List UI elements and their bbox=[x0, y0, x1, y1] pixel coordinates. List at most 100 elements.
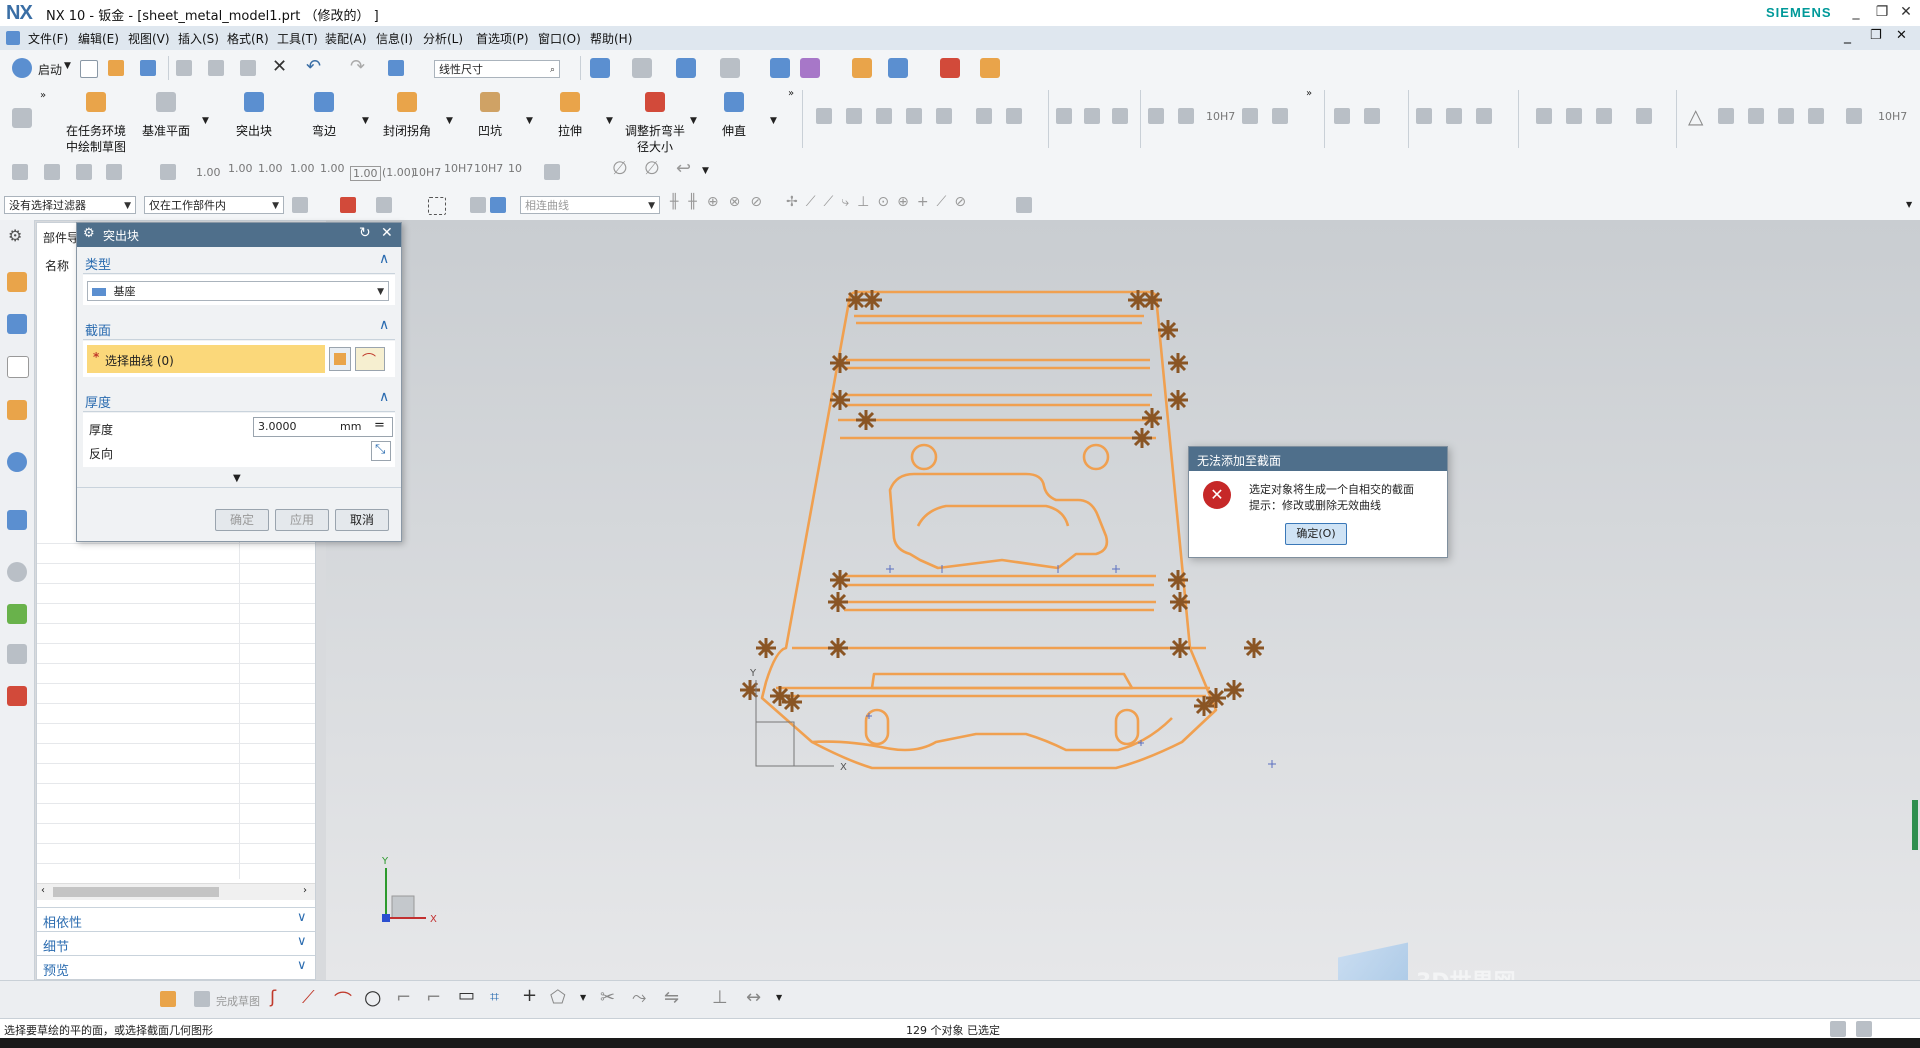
dimension-combo[interactable]: 线性尺寸 ⌕ bbox=[434, 60, 560, 78]
gear-icon[interactable]: ⚙ bbox=[8, 226, 22, 245]
hd3d-icon[interactable] bbox=[7, 452, 27, 472]
table-icon[interactable] bbox=[1718, 108, 1734, 124]
export-flat-icon[interactable] bbox=[1006, 108, 1022, 124]
sketch-icon[interactable] bbox=[160, 991, 176, 1007]
selection-filter-select[interactable]: 没有选择过滤器 ▼ bbox=[4, 196, 136, 214]
point-icon[interactable]: + bbox=[522, 985, 537, 1006]
dim-tolerance[interactable]: 1.00 bbox=[290, 162, 315, 175]
dim-fit[interactable]: 10H7 bbox=[474, 162, 503, 175]
arrow-icon[interactable]: ↩ bbox=[676, 158, 691, 179]
corner-icon[interactable] bbox=[846, 108, 862, 124]
analysis-icon[interactable] bbox=[1476, 108, 1492, 124]
tab-button[interactable]: 突出块 bbox=[226, 88, 282, 152]
rectangle-select-icon[interactable] bbox=[428, 197, 446, 215]
redo-icon[interactable]: ↷ bbox=[350, 56, 365, 77]
clip-icon[interactable] bbox=[852, 58, 872, 78]
expand-icon[interactable]: » bbox=[40, 90, 46, 101]
triangle-icon[interactable]: △ bbox=[1688, 104, 1703, 128]
start-menu-label[interactable]: 启动 bbox=[38, 61, 62, 78]
column-header-name[interactable]: 名称 bbox=[45, 257, 69, 274]
assembly-navigator-icon[interactable] bbox=[7, 272, 27, 292]
section-details[interactable]: 细节 ∨ bbox=[37, 931, 315, 955]
view-frame3-icon[interactable] bbox=[1112, 108, 1128, 124]
error-title-bar[interactable]: 无法添加至截面 bbox=[1189, 447, 1447, 471]
copy-icon[interactable] bbox=[208, 60, 224, 76]
gusset-icon[interactable] bbox=[936, 108, 952, 124]
scrollbar-thumb[interactable] bbox=[53, 887, 219, 897]
delete-icon[interactable]: ✕ bbox=[272, 56, 287, 77]
close-window-button[interactable]: ✕ bbox=[1894, 2, 1918, 22]
wcs-icon[interactable] bbox=[770, 58, 790, 78]
dim-style-icon[interactable] bbox=[160, 164, 176, 180]
section-section-header[interactable]: 截面 ∧ bbox=[83, 317, 395, 340]
doc-minimize-button[interactable]: _ bbox=[1844, 28, 1851, 44]
select-all-icon[interactable] bbox=[340, 197, 356, 213]
system-scene-icon[interactable] bbox=[7, 686, 27, 706]
grid-icon[interactable] bbox=[940, 58, 960, 78]
offset-icon[interactable]: ⬠ bbox=[550, 987, 566, 1008]
bead-icon[interactable] bbox=[906, 108, 922, 124]
background-icon[interactable] bbox=[720, 58, 740, 78]
profile-icon[interactable]: ʃ bbox=[270, 987, 276, 1008]
curve-rule-select[interactable]: 相连曲线 ▼ bbox=[520, 196, 660, 214]
reverse-direction-button[interactable]: ⤡ bbox=[371, 441, 391, 461]
note-icon[interactable] bbox=[1808, 108, 1824, 124]
scroll-right-icon[interactable]: › bbox=[303, 885, 307, 896]
menu-help[interactable]: 帮助(H) bbox=[590, 30, 632, 47]
diameter-icon[interactable]: ∅ bbox=[612, 158, 628, 179]
dimension-icon[interactable]: ↔ bbox=[746, 987, 761, 1008]
chevron-down-icon[interactable]: ▼ bbox=[690, 116, 697, 126]
render-style-icon[interactable] bbox=[632, 58, 652, 78]
chamfer-icon[interactable]: ⌐ bbox=[426, 987, 441, 1008]
start-icon[interactable] bbox=[12, 58, 32, 78]
menu-preferences[interactable]: 首选项(P) bbox=[476, 30, 529, 47]
status-icon[interactable] bbox=[1856, 1021, 1872, 1037]
type-select[interactable]: 基座 ▼ bbox=[87, 281, 389, 301]
graphics-window[interactable]: Y X Y X 3D世界网 bbox=[326, 220, 1920, 1018]
diameter2-icon[interactable]: ∅ bbox=[644, 158, 660, 179]
sketch-section-button[interactable] bbox=[329, 347, 351, 371]
web-browser-icon[interactable] bbox=[7, 510, 27, 530]
assembly-icon[interactable] bbox=[1334, 108, 1350, 124]
edit-icon[interactable] bbox=[544, 164, 560, 180]
form-icon[interactable] bbox=[816, 108, 832, 124]
thickness-section-header[interactable]: 厚度 ∧ bbox=[83, 389, 395, 412]
selection-scope-select[interactable]: 仅在工作部件内 ▼ bbox=[144, 196, 284, 214]
maximize-button[interactable]: ❐ bbox=[1870, 2, 1894, 22]
cancel-button[interactable]: 取消 bbox=[335, 509, 389, 531]
spring-icon[interactable] bbox=[1636, 108, 1652, 124]
trim-icon[interactable]: ✂ bbox=[600, 987, 615, 1008]
open-folder-icon[interactable] bbox=[108, 60, 124, 76]
datum-plane-button[interactable]: 基准平面 bbox=[136, 88, 196, 152]
reset-icon[interactable]: ↻ bbox=[359, 225, 371, 241]
menu-file[interactable]: 文件(F) bbox=[28, 30, 68, 47]
select-curve-field[interactable]: * 选择曲线 (0) bbox=[87, 345, 325, 373]
pmi3-icon[interactable] bbox=[1242, 108, 1258, 124]
thickness-unit[interactable]: mm bbox=[340, 420, 361, 433]
part-navigator-icon[interactable] bbox=[7, 356, 29, 378]
sketch-tools-icon[interactable] bbox=[12, 108, 32, 128]
arc-icon[interactable]: ⌒ bbox=[334, 987, 352, 1013]
section-preview[interactable]: 预览 ∨ bbox=[37, 955, 315, 979]
expand-icon[interactable]: » bbox=[1306, 88, 1312, 99]
table-icon[interactable] bbox=[76, 164, 92, 180]
pmi4-icon[interactable] bbox=[1272, 108, 1288, 124]
selection-mode-icon[interactable] bbox=[388, 60, 404, 76]
chevron-down-icon[interactable]: ▼ bbox=[770, 116, 777, 126]
pmi-icon[interactable] bbox=[1148, 108, 1164, 124]
show-faces-icon[interactable] bbox=[490, 197, 506, 213]
menu-analysis[interactable]: 分析(L) bbox=[423, 30, 463, 47]
show-hide-icon[interactable] bbox=[888, 58, 908, 78]
app-menu-icon[interactable] bbox=[6, 31, 20, 45]
surface-finish-icon[interactable] bbox=[1846, 108, 1862, 124]
line-icon[interactable]: ⟋ bbox=[302, 987, 315, 1008]
hole-fit-label-2[interactable]: 10H7 bbox=[1878, 110, 1907, 123]
menu-view[interactable]: 视图(V) bbox=[128, 30, 170, 47]
zoom-indicator[interactable] bbox=[1912, 800, 1918, 850]
close-icon[interactable]: ✕ bbox=[381, 225, 393, 241]
palette-icon[interactable] bbox=[7, 604, 27, 624]
pin-icon[interactable] bbox=[1566, 108, 1582, 124]
extrude-button[interactable]: 拉伸 bbox=[542, 88, 598, 152]
surface-icon[interactable] bbox=[1446, 108, 1462, 124]
menu-window[interactable]: 窗口(O) bbox=[538, 30, 581, 47]
